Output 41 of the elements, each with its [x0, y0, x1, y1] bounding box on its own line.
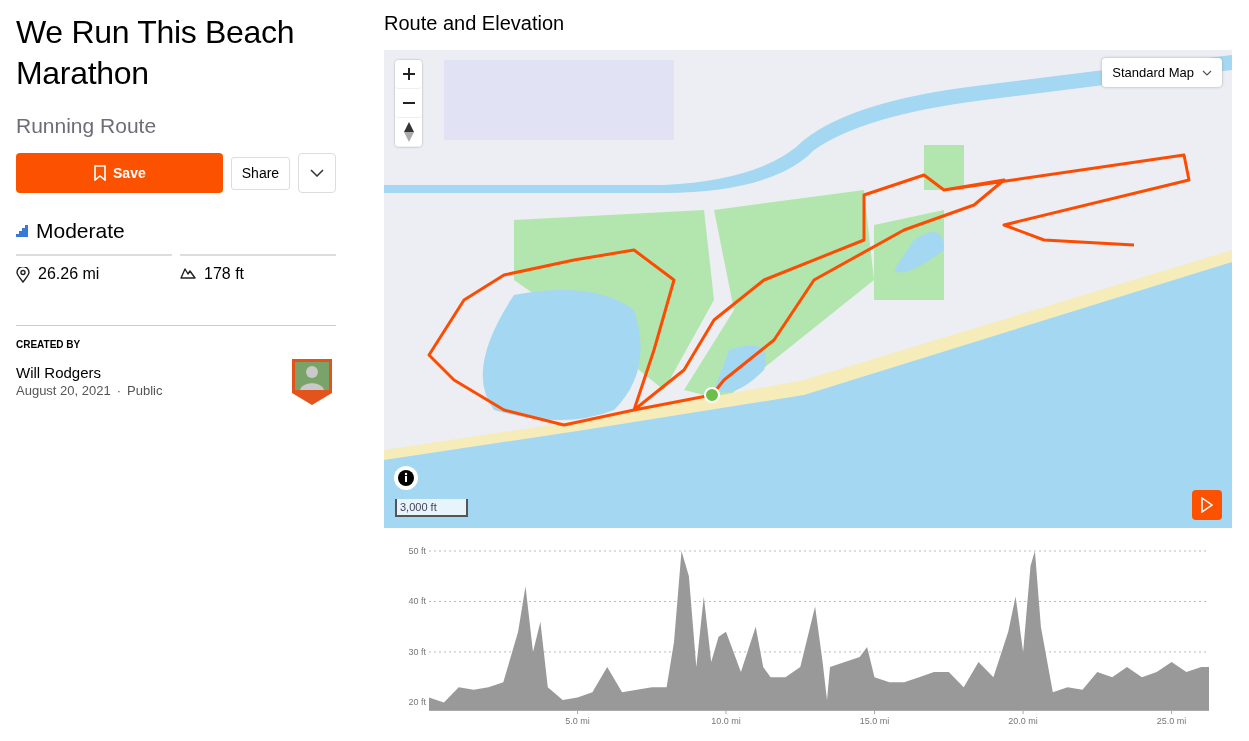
more-button[interactable] — [298, 153, 336, 193]
elevation-gain-value: 178 ft — [204, 265, 245, 283]
y-axis-label: 50 ft — [408, 546, 426, 556]
x-axis-label: 25.0 mi — [1156, 716, 1187, 726]
route-type: Running Route — [16, 114, 158, 138]
x-axis-label: 5.0 mi — [565, 716, 590, 726]
x-axis-label: 15.0 mi — [859, 716, 890, 726]
avatar-silhouette[interactable] — [291, 358, 333, 406]
chevron-down-icon — [310, 169, 325, 177]
y-axis-label: 20 ft — [408, 697, 426, 708]
info-icon — [394, 466, 418, 490]
chevron-down-icon — [1202, 69, 1212, 76]
difficulty-label: Moderate — [36, 219, 125, 243]
section-title: Route and Elevation — [384, 12, 566, 35]
y-axis-label: 30 ft — [408, 646, 426, 657]
created-date: August 20, 2021 — [16, 383, 111, 398]
play-icon — [1201, 497, 1213, 513]
bookmark-icon — [93, 165, 108, 181]
difficulty-bars-icon — [16, 225, 28, 237]
y-axis-label: 40 ft — [408, 596, 426, 607]
x-axis-label: 10.0 mi — [711, 716, 741, 726]
compass-icon — [403, 122, 414, 142]
map-type-dropdown[interactable]: Standard Map — [1102, 58, 1222, 87]
compass-button[interactable] — [395, 118, 422, 147]
location-pin-icon — [16, 267, 30, 283]
play-button[interactable] — [1192, 490, 1222, 520]
separator-dot: · — [116, 383, 122, 398]
minus-icon — [402, 102, 415, 104]
route-title: We Run This Beach Marathon — [16, 13, 296, 93]
created-by-heading: CREATED BY — [16, 339, 82, 350]
plus-icon — [402, 68, 415, 80]
share-button[interactable]: Share — [230, 156, 291, 190]
info-button[interactable] — [394, 466, 418, 490]
visibility-label: Public — [127, 383, 163, 398]
map-scale: 3,000 ft — [395, 499, 468, 517]
mountain-icon — [180, 267, 196, 279]
x-axis-label: 20.0 mi — [1008, 716, 1038, 726]
zoom-in-button[interactable] — [395, 60, 422, 89]
distance-value: 26.26 mi — [38, 265, 100, 283]
zoom-out-button[interactable] — [395, 89, 422, 118]
creator-name[interactable]: Will Rodgers — [16, 364, 163, 381]
